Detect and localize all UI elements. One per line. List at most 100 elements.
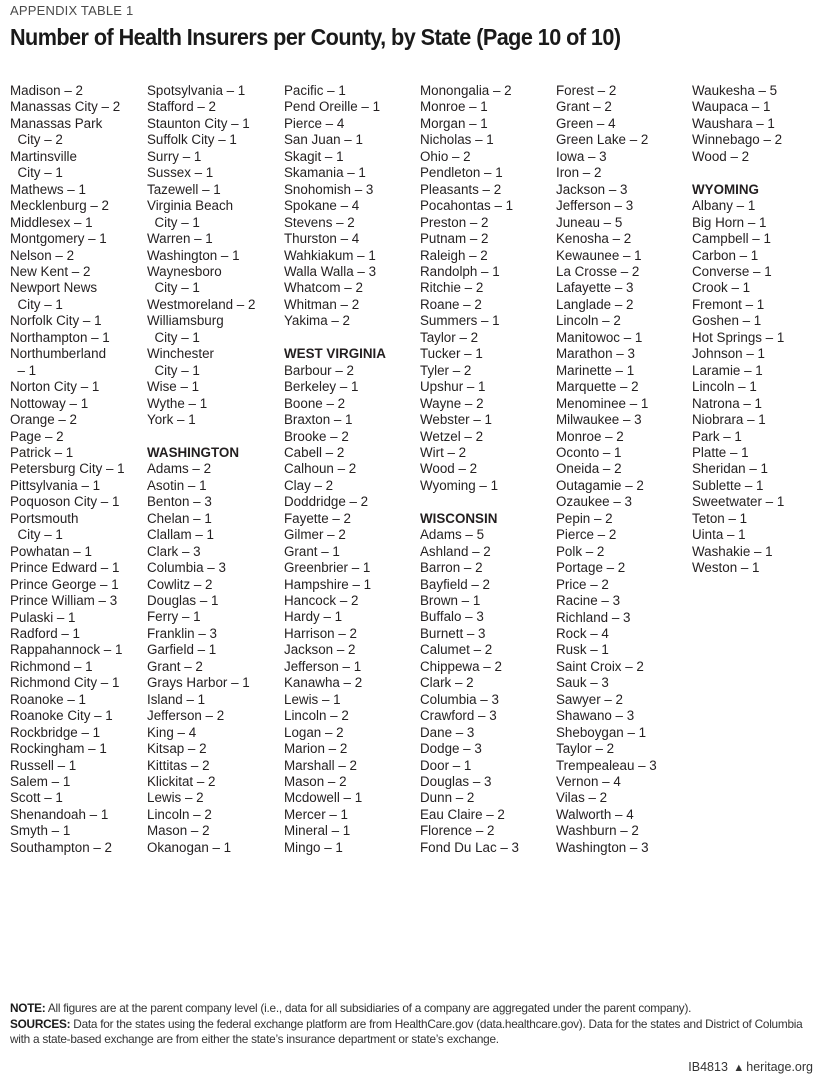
county-entry: Waynesboro (147, 263, 222, 279)
county-entry: Wythe – 1 (147, 395, 208, 411)
county-entry: Staunton City – 1 (147, 115, 250, 131)
county-entry: – 1 (10, 362, 37, 378)
county-entry: Shenandoah – 1 (10, 806, 109, 822)
county-entry: Snohomish – 3 (284, 181, 374, 197)
sources-text: Data for the states using the federal ex… (10, 1016, 803, 1047)
county-table: Madison – 2 Manassas City – 2 Manassas Par… (10, 83, 825, 883)
county-entry: Waukesha – 5 (692, 83, 778, 98)
county-entry: Morgan – 1 (420, 115, 488, 131)
county-entry: Okanogan – 1 (147, 839, 232, 855)
county-entry: Buffalo – 3 (420, 609, 484, 625)
county-entry: Kitsap – 2 (147, 741, 207, 757)
county-entry: Skamania – 1 (284, 165, 366, 181)
county-entry: Madison – 2 (10, 83, 83, 98)
county-entry: Skagit – 1 (284, 148, 344, 164)
county-entry: Sauk – 3 (556, 675, 609, 691)
county-entry: City – 1 (10, 527, 63, 543)
county-entry: Fond Du Lac – 3 (420, 839, 520, 855)
county-entry: Randolph – 1 (420, 263, 500, 279)
table-column-1: Madison – 2 Manassas City – 2 Manassas Par… (10, 83, 150, 856)
county-entry: Jefferson – 1 (284, 658, 362, 674)
county-entry: Pacific – 1 (284, 83, 346, 98)
county-entry: Ferry – 1 (147, 609, 201, 625)
county-entry: Virginia Beach (147, 198, 234, 214)
county-entry: Lincoln – 2 (147, 806, 212, 822)
note-label: NOTE: (10, 1001, 46, 1015)
county-entry: Albany – 1 (692, 198, 756, 214)
county-entry: Shawano – 3 (556, 708, 635, 724)
county-entry: Lewis – 1 (284, 691, 341, 707)
county-entry: Dane – 3 (420, 724, 475, 740)
county-entry: Sheboygan – 1 (556, 724, 647, 740)
county-entry: Green Lake – 2 (556, 132, 649, 148)
county-entry: Big Horn – 1 (692, 214, 767, 230)
county-entry: Mingo – 1 (284, 839, 343, 855)
state-heading: WISCONSIN (420, 510, 498, 526)
county-entry: Grant – 2 (147, 658, 203, 674)
county-entry: Jefferson – 3 (556, 198, 634, 214)
county-entry: San Juan – 1 (284, 132, 363, 148)
liberty-bell-icon: ▲ (733, 1062, 745, 1074)
county-entry: Taylor – 2 (420, 329, 479, 345)
county-entry: Lincoln – 2 (284, 708, 349, 724)
county-entry: Tazewell – 1 (147, 181, 221, 197)
county-entry: Pleasants – 2 (420, 181, 502, 197)
county-entry: Mineral – 1 (284, 823, 351, 839)
county-entry: Manassas City – 2 (10, 99, 121, 115)
county-entry: Mecklenburg – 2 (10, 198, 109, 214)
county-entry: Clark – 2 (420, 675, 474, 691)
county-entry: Monroe – 1 (420, 99, 488, 115)
county-entry: Southampton – 2 (10, 839, 112, 855)
county-entry: Kewaunee – 1 (556, 247, 642, 263)
county-entry: Grant – 2 (556, 99, 612, 115)
county-entry: Jackson – 2 (284, 642, 356, 658)
county-entry: Barron – 2 (420, 560, 483, 576)
county-entry: Pendleton – 1 (420, 165, 503, 181)
county-entry: Spotsylvania – 1 (147, 83, 246, 98)
county-entry: Marion – 2 (284, 741, 348, 757)
note-line: NOTE: All figures are at the parent comp… (10, 1001, 815, 1017)
table-column-2: Spotsylvania – 1 Stafford – 2 Staunton Cit… (147, 83, 287, 856)
county-entry: Summers – 1 (420, 313, 500, 329)
county-entry: Page – 2 (10, 428, 64, 444)
site-link[interactable]: heritage.org (746, 1060, 813, 1074)
county-entry: Monongalia – 2 (420, 83, 512, 98)
county-entry: Jefferson – 2 (147, 708, 225, 724)
county-entry: Crawford – 3 (420, 708, 497, 724)
county-entry: Ozaukee – 3 (556, 494, 632, 510)
county-entry: City – 1 (10, 296, 63, 312)
county-entry: Tyler – 2 (420, 362, 472, 378)
county-entry: Wayne – 2 (420, 395, 484, 411)
county-entry: Greenbrier – 1 (284, 560, 371, 576)
county-entry: Rappahannock – 1 (10, 642, 123, 658)
county-entry: Uinta – 1 (692, 527, 746, 543)
county-entry: Park – 1 (692, 428, 742, 444)
county-entry: Converse – 1 (692, 263, 772, 279)
county-entry: City – 2 (10, 132, 63, 148)
county-entry: Monroe – 2 (556, 428, 624, 444)
county-entry: Pend Oreille – 1 (284, 99, 381, 115)
county-entry: Washington – 3 (556, 839, 649, 855)
county-entry: Island – 1 (147, 691, 206, 707)
county-entry: Goshen – 1 (692, 313, 762, 329)
county-entry: Oneida – 2 (556, 461, 622, 477)
county-entry: Carbon – 1 (692, 247, 759, 263)
county-entry: Eau Claire – 2 (420, 806, 505, 822)
county-entry: Lincoln – 1 (692, 379, 757, 395)
county-entry: Wood – 2 (692, 148, 750, 164)
county-entry: Logan – 2 (284, 724, 344, 740)
county-entry: Oconto – 1 (556, 444, 622, 460)
county-entry: Richland – 3 (556, 609, 631, 625)
county-entry: Price – 2 (556, 576, 609, 592)
county-entry: Waushara – 1 (692, 115, 775, 131)
county-entry: Clallam – 1 (147, 527, 214, 543)
county-entry: Kanawha – 2 (284, 675, 363, 691)
county-entry: Tucker – 1 (420, 346, 483, 362)
county-entry: Prince Edward – 1 (10, 560, 120, 576)
table-column-4: Monongalia – 2 Monroe – 1 Morgan – 1 Nichol… (420, 83, 560, 856)
note-text: All figures are at the parent company le… (45, 1001, 692, 1015)
report-code: IB4813 (688, 1060, 728, 1074)
county-entry: Cabell – 2 (284, 444, 345, 460)
county-entry: Gilmer – 2 (284, 527, 346, 543)
county-entry: Russell – 1 (10, 757, 77, 773)
